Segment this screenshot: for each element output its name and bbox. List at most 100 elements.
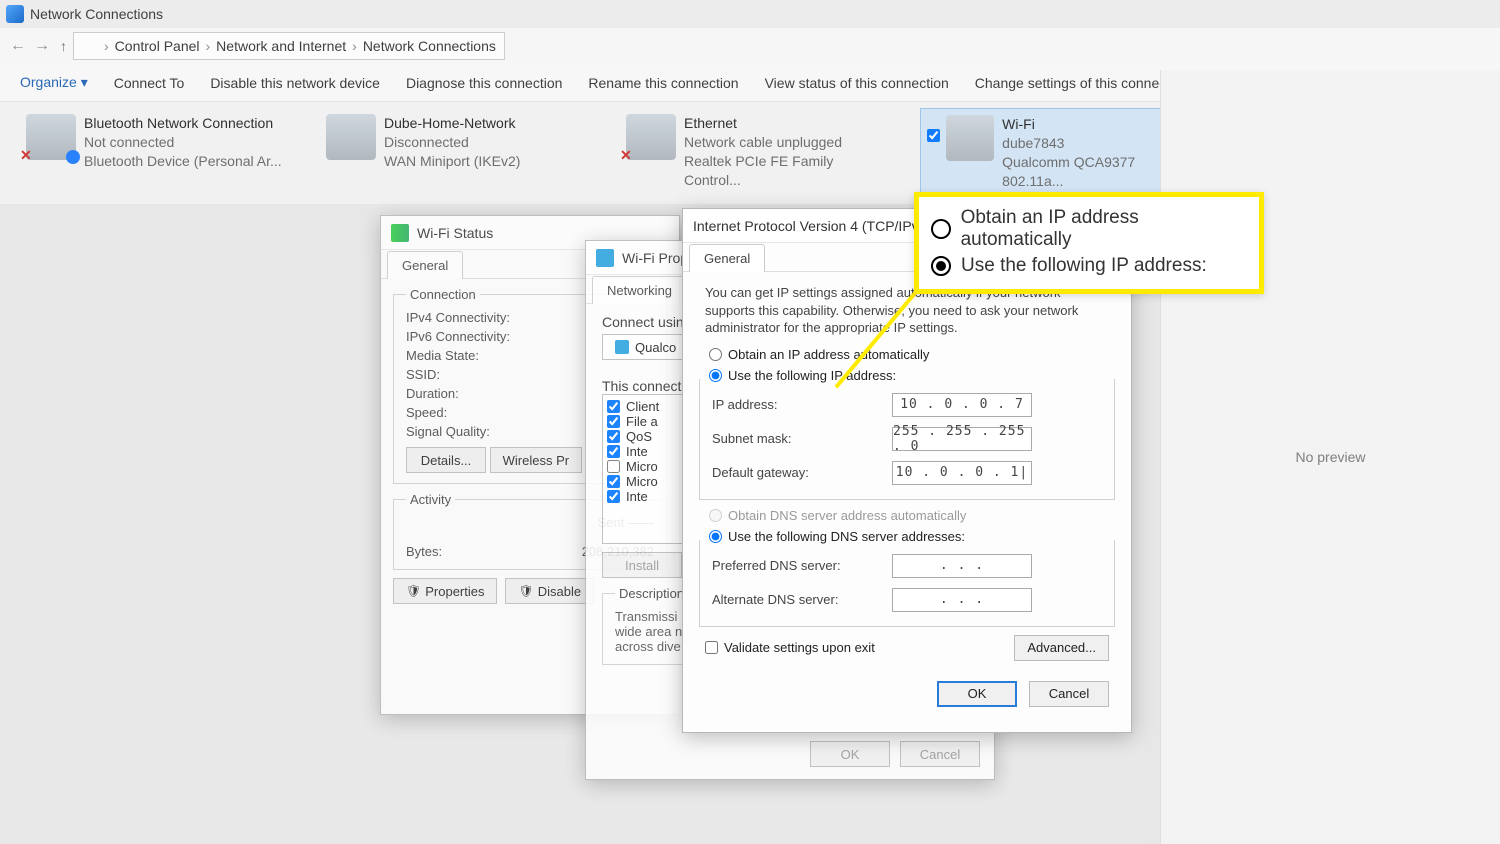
organize-menu[interactable]: Organize ▾ [20,74,88,91]
selection-checkbox[interactable] [927,129,940,142]
component-checkbox[interactable] [607,400,620,413]
radio-label: Obtain an IP address automatically [728,347,929,362]
conn-status: Network cable unplugged [684,133,894,152]
validate-checkbox[interactable]: Validate settings upon exit [705,640,875,655]
breadcrumb-sep: › [206,38,211,54]
connection-item-vpn[interactable]: Dube-Home-Network Disconnected WAN Minip… [320,108,600,198]
group-label: Activity [406,492,455,507]
signal-icon [391,224,409,242]
radio-auto-ip[interactable]: Obtain an IP address automatically [709,347,1105,362]
connection-item-bluetooth[interactable]: Bluetooth Network Connection Not connect… [20,108,300,198]
dur-label: Duration: [406,386,536,401]
disable-button[interactable]: Disable [505,578,594,604]
callout-line1: Obtain an IP address automatically [961,207,1247,251]
description-label: Description [615,586,688,601]
gateway-input[interactable]: 10 . 0 . 0 . 1| [892,461,1032,485]
diagnose-connection-button[interactable]: Diagnose this connection [406,75,562,91]
ipv6-label: IPv6 Connectivity: [406,329,536,344]
properties-button[interactable]: Properties [393,578,497,604]
nav-row: ← → ↑ › Control Panel › Network and Inte… [0,28,1500,64]
view-status-button[interactable]: View status of this connection [765,75,949,91]
conn-status: Not connected [84,133,282,152]
speed-label: Speed: [406,405,536,420]
adapter-icon [626,114,676,160]
breadcrumb-sep: › [352,38,357,54]
preferred-dns-label: Preferred DNS server: [712,558,892,573]
bytes-label: Bytes: [406,544,536,559]
connection-item-wifi[interactable]: Wi-Fi dube7843 Qualcomm QCA9377 802.11a.… [920,108,1200,198]
tab-general[interactable]: General [387,251,463,279]
breadcrumb-2[interactable]: Network Connections [363,38,496,54]
component-checkbox[interactable] [607,445,620,458]
ip-address-input[interactable]: 10 . 0 . 0 . 7 [892,393,1032,417]
back-arrow-icon[interactable]: ← [6,37,30,55]
adapter-icon [946,115,994,161]
install-button[interactable]: Install [602,552,682,578]
group-label: Connection [406,287,480,302]
preview-pane: No preview [1160,70,1500,844]
conn-device: Realtek PCIe FE Family Control... [684,152,894,190]
adapter-icon [326,114,376,160]
component-label: File a [626,414,658,429]
rename-connection-button[interactable]: Rename this connection [588,75,738,91]
component-checkbox[interactable] [607,430,620,443]
component-checkbox[interactable] [607,490,620,503]
component-label: Client [626,399,659,414]
component-label: Inte [626,444,648,459]
connect-to-button[interactable]: Connect To [114,75,185,91]
dialog-title: Wi-Fi Status [417,225,493,241]
component-label: Inte [626,489,648,504]
connection-item-ethernet[interactable]: Ethernet Network cable unplugged Realtek… [620,108,900,198]
dialog-title: Internet Protocol Version 4 (TCP/IPv4 [693,218,926,234]
preferred-dns-input[interactable]: . . . [892,554,1032,578]
network-connections-icon [6,5,24,23]
address-icon [82,38,98,54]
radio-label: Use the following DNS server addresses: [728,529,965,544]
component-label: Micro [626,459,658,474]
ipv4-label: IPv4 Connectivity: [406,310,536,325]
signal-label: Signal Quality: [406,424,536,439]
gateway-label: Default gateway: [712,465,892,480]
conn-name: Ethernet [684,114,894,133]
media-label: Media State: [406,348,536,363]
alternate-dns-label: Alternate DNS server: [712,592,892,607]
checkbox-label: Validate settings upon exit [724,640,875,655]
conn-name: Dube-Home-Network [384,114,520,133]
preview-empty-text: No preview [1295,449,1365,465]
tab-networking[interactable]: Networking [592,276,687,304]
breadcrumb-0[interactable]: Control Panel [115,38,200,54]
forward-arrow-icon[interactable]: → [30,37,54,55]
ok-button[interactable]: OK [937,681,1017,707]
adapter-name: Qualco [635,340,676,355]
component-label: QoS [626,429,652,444]
component-checkbox[interactable] [607,415,620,428]
component-checkbox[interactable] [607,475,620,488]
window-title: Network Connections [30,6,163,22]
cancel-button[interactable]: Cancel [900,741,980,767]
radio-icon [931,219,951,239]
details-button[interactable]: Details... [406,447,486,473]
ok-button[interactable]: OK [810,741,890,767]
conn-device: Bluetooth Device (Personal Ar... [84,152,282,171]
conn-name: Bluetooth Network Connection [84,114,282,133]
disable-device-button[interactable]: Disable this network device [210,75,380,91]
breadcrumb-sep: › [104,38,109,54]
breadcrumb-1[interactable]: Network and Internet [216,38,346,54]
address-bar[interactable]: › Control Panel › Network and Internet ›… [73,32,505,60]
adapter-mini-icon [615,340,629,354]
radio-label: Obtain DNS server address automatically [728,508,966,523]
window-titlebar: Network Connections [0,0,1500,28]
alternate-dns-input[interactable]: . . . [892,588,1032,612]
wireless-properties-button[interactable]: Wireless Pr [490,447,582,473]
subnet-mask-input[interactable]: 255 . 255 . 255 . 0 [892,427,1032,451]
change-settings-button[interactable]: Change settings of this connection [975,75,1189,91]
conn-status: Disconnected [384,133,520,152]
cancel-button[interactable]: Cancel [1029,681,1109,707]
tab-general[interactable]: General [689,244,765,272]
radio-selected-icon [931,256,951,276]
component-checkbox[interactable] [607,460,620,473]
advanced-button[interactable]: Advanced... [1014,635,1109,661]
wifi-icon [596,249,614,267]
up-arrow-icon[interactable]: ↑ [60,38,67,54]
ssid-label: SSID: [406,367,536,382]
